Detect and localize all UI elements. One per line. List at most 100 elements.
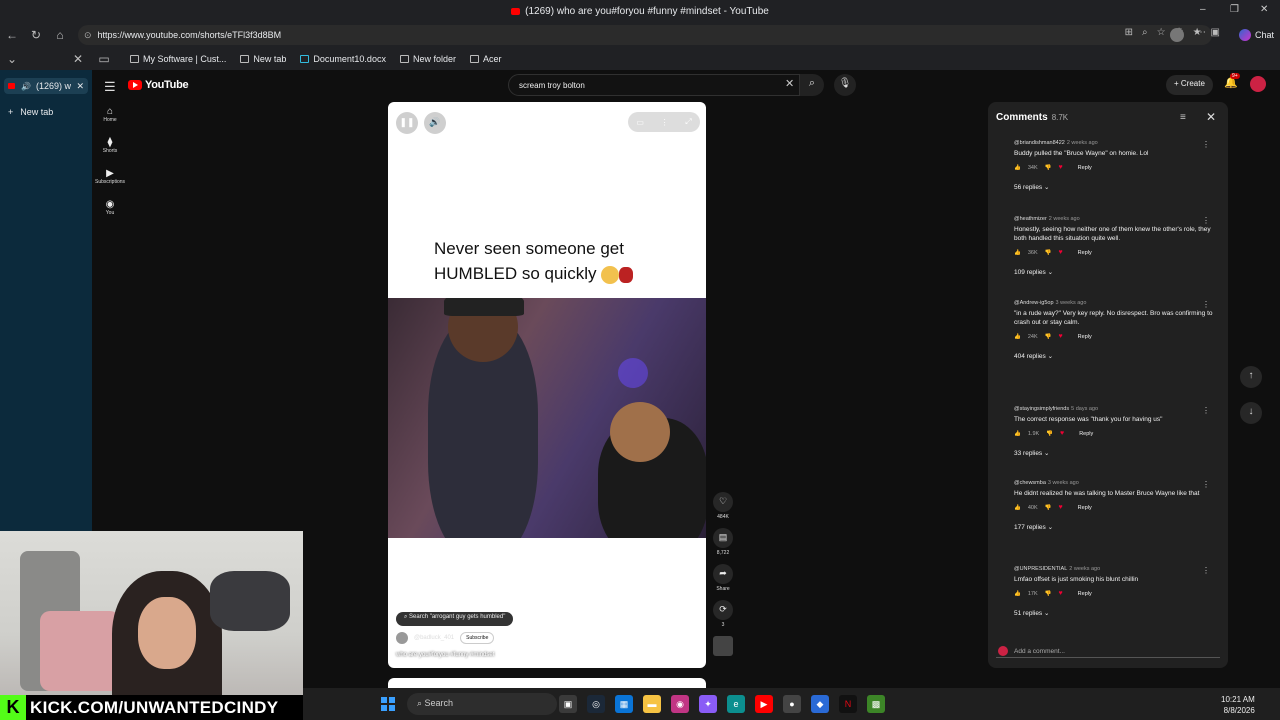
comments-action[interactable]: ▤ 8,722 [712,528,734,556]
obs-icon[interactable]: ● [783,695,801,713]
reply-button[interactable]: Reply [1078,334,1092,340]
comment-menu-icon[interactable]: ⋮ [1202,566,1210,575]
reply-button[interactable]: Reply [1079,431,1093,437]
reply-button[interactable]: Reply [1078,591,1092,597]
create-button[interactable]: + Create [1166,75,1213,95]
close-icon[interactable]: ✕ [66,52,90,66]
like-icon[interactable]: 👍 [1014,505,1021,511]
share-action[interactable]: ➦ Share [712,564,734,592]
url-field[interactable]: ⊙ https://www.youtube.com/shorts/eTFl3f3… [78,25,1212,45]
comment-author[interactable]: @stayingsimplyfriends [1014,406,1069,412]
comment-menu-icon[interactable]: ⋮ [1202,140,1210,149]
comment-author[interactable]: @UNPRESIDENTIAL [1014,566,1067,572]
short-title[interactable]: who are you#foryou #funny #mindset [396,652,494,658]
bookmark-acer[interactable]: Acer [469,54,502,64]
next-short-button[interactable]: ↓ [1240,402,1262,424]
system-clock[interactable]: 10:21 AM 8/8/2026 [1221,694,1255,716]
replies-toggle[interactable]: 56 replies ⌄ [1014,183,1214,191]
bookmark-document10[interactable]: Document10.docx [300,54,386,64]
youtube-logo[interactable]: YouTube [128,79,189,91]
comment-author[interactable]: @chewsmba [1014,480,1046,486]
like-icon[interactable]: 👍 [1014,334,1021,340]
restore-icon[interactable]: ❐ [1230,4,1239,15]
notifications-button[interactable]: 🔔 9+ [1224,73,1240,89]
netflix-icon[interactable]: N [839,695,857,713]
add-comment-field[interactable]: Add a comment... [996,646,1220,658]
like-icon[interactable]: 👍 [1014,165,1021,171]
steam-icon[interactable]: ◎ [587,695,605,713]
minimize-icon[interactable]: – [1200,4,1206,15]
guide-item-you[interactable]: ◉ You [92,199,128,216]
replies-toggle[interactable]: 109 replies ⌄ [1014,268,1214,276]
previous-short-button[interactable]: ↑ [1240,366,1262,388]
channel-name[interactable]: @badluck_401 [414,635,454,641]
tab-actions-icon[interactable]: ▭ [92,52,116,66]
replies-toggle[interactable]: 51 replies ⌄ [1014,609,1214,617]
search-input[interactable]: scream troy bolton [508,74,800,96]
shorts-player[interactable]: ❚❚ 🔊 ▭ ⋮ ⤢ Never seen someone get HUMBLE… [388,102,706,668]
pause-button[interactable]: ❚❚ [396,112,418,134]
chat-button[interactable]: Chat [1238,25,1274,45]
favorite-star-icon[interactable]: ☆ [1157,27,1166,38]
store-icon[interactable]: ▦ [615,695,633,713]
comment-author[interactable]: @Andrew-ig5op [1014,300,1054,306]
fullscreen-icon[interactable]: ⤢ [685,117,691,127]
reply-button[interactable]: Reply [1078,250,1092,256]
instagram-icon[interactable]: ◉ [671,695,689,713]
edge-icon[interactable]: e [727,695,745,713]
close-tab-icon[interactable]: ✕ [76,81,84,92]
comment-author[interactable]: @briandishman8422 [1014,140,1065,146]
back-icon[interactable]: ← [0,28,24,42]
clear-search-icon[interactable]: ✕ [785,77,794,90]
site-info-icon[interactable]: ⊙ [84,30,92,41]
channel-avatar[interactable] [396,632,408,644]
dislike-icon[interactable]: 👎 [1045,334,1052,340]
close-window-icon[interactable]: ✕ [1260,4,1268,15]
dislike-icon[interactable]: 👎 [1045,165,1052,171]
replies-toggle[interactable]: 404 replies ⌄ [1014,352,1214,360]
copilot-icon[interactable]: ✦ [699,695,717,713]
comment-menu-icon[interactable]: ⋮ [1202,480,1210,489]
reply-button[interactable]: Reply [1078,505,1092,511]
captions-icon[interactable]: ▭ [636,118,644,127]
replies-toggle[interactable]: 177 replies ⌄ [1014,523,1214,531]
refresh-icon[interactable]: ↻ [24,28,48,42]
like-icon[interactable]: 👍 [1014,250,1021,256]
comment-menu-icon[interactable]: ⋮ [1202,300,1210,309]
profile-avatar[interactable] [1170,28,1184,42]
bookmark-new-tab[interactable]: New tab [240,54,286,64]
search-button[interactable]: ⌕ [800,74,824,96]
taskbar-search[interactable]: ⌕ Search [407,693,557,715]
reply-button[interactable]: Reply [1078,165,1092,171]
like-icon[interactable]: 👍 [1014,431,1021,437]
like-action[interactable]: ♡ 484K [712,492,734,520]
guide-item-home[interactable]: ⌂ Home [92,106,128,123]
start-button[interactable] [381,697,395,711]
more-icon[interactable]: ⋮ [661,118,669,127]
close-comments-icon[interactable]: ✕ [1206,110,1216,124]
comment-author[interactable]: @heathmizer [1014,216,1047,222]
remix-action[interactable]: ⟳ 3 [712,600,734,628]
related-search-chip[interactable]: ⌕ Search "arrogant guy gets humbled" [396,612,514,626]
subscribe-button[interactable]: Subscribe [460,632,495,644]
sort-icon[interactable]: ≡ [1180,112,1186,123]
account-avatar[interactable] [1250,76,1266,92]
dislike-icon[interactable]: 👎 [1045,505,1052,511]
minecraft-icon[interactable]: ▩ [867,695,885,713]
zoom-icon[interactable]: ⌕ [1142,27,1148,38]
dislike-icon[interactable]: 👎 [1045,591,1052,597]
more-options-icon[interactable]: ⋯ [1196,27,1206,38]
speaker-icon[interactable]: 🔊 [21,82,31,91]
guide-item-subscriptions[interactable]: ▶ Subscriptions [92,168,128,185]
bookmark-new-folder[interactable]: New folder [399,54,456,64]
dislike-icon[interactable]: 👎 [1046,431,1053,437]
app-icon[interactable]: ◆ [811,695,829,713]
next-short-preview[interactable] [388,678,706,688]
tab-youtube[interactable]: 🔊 (1269) w ✕ [4,78,88,94]
file-explorer-icon[interactable]: ▬ [643,695,661,713]
replies-toggle[interactable]: 33 replies ⌄ [1014,449,1214,457]
task-view-icon[interactable]: ▣ [559,695,577,713]
dislike-icon[interactable]: 👎 [1045,250,1052,256]
guide-item-shorts[interactable]: ⧫ Shorts [92,137,128,154]
chevron-down-icon[interactable]: ⌄ [0,52,24,66]
